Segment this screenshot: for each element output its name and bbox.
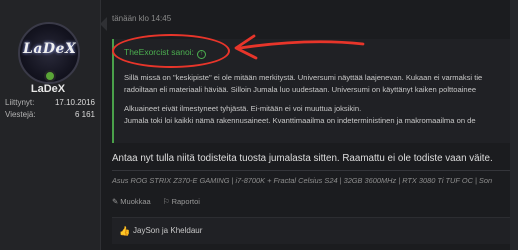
post-body: Antaa nyt tulla niitä todisteita tuosta … bbox=[112, 153, 493, 164]
avatar-logo-text: LaDeX bbox=[23, 41, 77, 57]
user-stats: Liittynyt: 17.10.2016 Viestejä: 6 161 bbox=[5, 97, 95, 121]
scroll-edge bbox=[510, 0, 518, 250]
edit-button[interactable]: ✎ Muokkaa bbox=[112, 197, 151, 206]
signature-divider bbox=[112, 170, 518, 171]
signature: Asus ROG STRIX Z370-E GAMING | i7-8700K … bbox=[112, 176, 493, 185]
edit-label: Muokkaa bbox=[120, 197, 151, 206]
joined-label: Liittynyt: bbox=[5, 98, 35, 107]
post-date[interactable]: tänään klo 14:45 bbox=[112, 14, 171, 23]
quote-line: Alkuaineet eivät ilmestyneet tyhjästä. E… bbox=[124, 104, 362, 113]
post-pointer bbox=[100, 17, 107, 31]
quote-body: Sillä missä on "keskipiste" ei ole mitää… bbox=[124, 72, 518, 127]
pencil-icon: ✎ bbox=[112, 197, 119, 206]
report-label: Raportoi bbox=[171, 197, 200, 206]
report-button[interactable]: ⚐ Raportoi bbox=[163, 197, 200, 206]
flag-icon: ⚐ bbox=[162, 197, 170, 206]
annotation-arrow bbox=[234, 34, 365, 60]
thumbs-up-icon: 👍 bbox=[119, 226, 131, 236]
reaction-names[interactable]: JaySon ja Kheldaur bbox=[133, 226, 202, 235]
username[interactable]: LaDeX bbox=[0, 83, 96, 95]
quote-line: Jumala toki loi kaikki nämä rakennusaine… bbox=[124, 116, 476, 125]
post-actions: ✎ Muokkaa ⚐ Raportoi bbox=[112, 197, 210, 206]
reactions-bar[interactable]: 👍 JaySon ja Kheldaur bbox=[112, 217, 518, 244]
messages-label: Viestejä: bbox=[5, 110, 36, 119]
annotation-circle bbox=[112, 34, 230, 68]
online-status-icon bbox=[44, 70, 56, 82]
messages-value: 6 161 bbox=[74, 110, 95, 119]
stat-row-messages: Viestejä: 6 161 bbox=[5, 109, 95, 121]
joined-value: 17.10.2016 bbox=[54, 98, 95, 107]
user-info-column: LaDeX LaDeX Liittynyt: 17.10.2016 Vieste… bbox=[0, 0, 101, 250]
stat-row-joined: Liittynyt: 17.10.2016 bbox=[5, 97, 95, 109]
quote-line: radoiltaan eli materiaali häviää. Silloi… bbox=[124, 85, 477, 94]
